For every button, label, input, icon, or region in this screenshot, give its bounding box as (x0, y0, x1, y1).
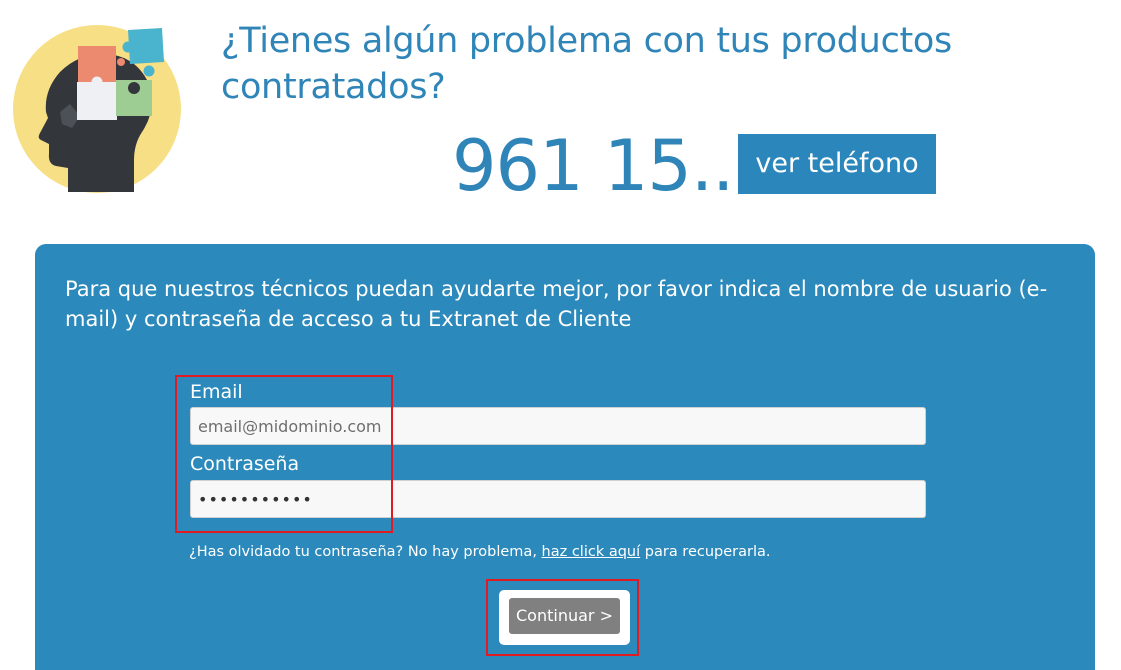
email-input[interactable] (190, 407, 926, 445)
password-label: Contraseña (190, 453, 300, 475)
forgot-password-suffix: para recuperarla. (640, 544, 771, 560)
continue-button-frame: Continuar > (499, 590, 630, 645)
page: ¿Tienes algún problema con tus productos… (0, 0, 1121, 670)
forgot-password-prefix: ¿Has olvidado tu contraseña? No hay prob… (189, 544, 542, 560)
phone-number: 961 15... (452, 125, 756, 207)
support-login-panel: Para que nuestros técnicos puedan ayudar… (35, 244, 1095, 670)
password-input[interactable] (190, 480, 926, 518)
forgot-password-text: ¿Has olvidado tu contraseña? No hay prob… (189, 542, 771, 562)
head-puzzle-icon (13, 25, 181, 193)
recover-password-link[interactable]: haz click aquí (542, 544, 641, 560)
email-label: Email (190, 381, 243, 403)
show-phone-button[interactable]: ver teléfono (738, 134, 936, 194)
page-title: ¿Tienes algún problema con tus productos… (221, 21, 952, 107)
continue-button[interactable]: Continuar > (509, 598, 620, 634)
panel-intro-text: Para que nuestros técnicos puedan ayudar… (65, 277, 1048, 331)
